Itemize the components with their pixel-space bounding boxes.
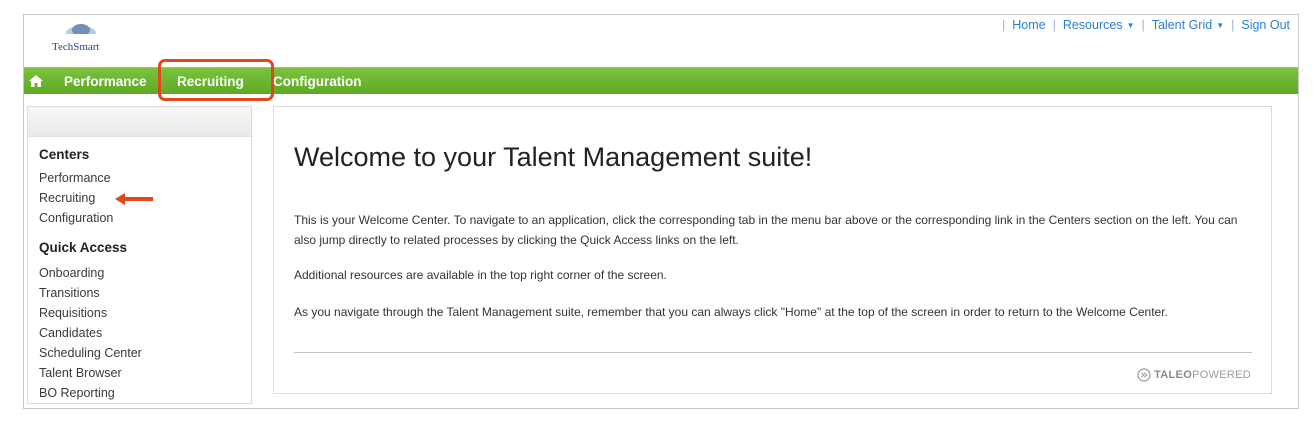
welcome-paragraph-3: As you navigate through the Talent Manag… (294, 305, 1168, 319)
annotation-arrow-icon (115, 193, 153, 205)
sidebar-link-candidates[interactable]: Candidates (39, 326, 102, 340)
centers-heading: Centers (39, 147, 90, 162)
caret-down-icon[interactable]: ▼ (1216, 21, 1224, 30)
techsmart-logo[interactable]: TechSmart (46, 21, 116, 57)
welcome-paragraph-1: This is your Welcome Center. To navigate… (294, 213, 1238, 247)
separator: | (1231, 18, 1235, 32)
sidebar-link-transitions[interactable]: Transitions (39, 286, 100, 300)
resources-link[interactable]: Resources (1063, 18, 1123, 32)
talent-grid-link[interactable]: Talent Grid (1152, 18, 1212, 32)
welcome-panel: Welcome to your Talent Management suite!… (273, 106, 1272, 394)
sidebar-link-performance[interactable]: Performance (39, 171, 111, 185)
nav-tab-performance[interactable]: Performance (64, 74, 147, 89)
powered-text: POWERED (1192, 369, 1251, 381)
nav-tab-configuration[interactable]: Configuration (273, 74, 361, 89)
home-icon[interactable] (28, 73, 44, 89)
taleo-brand-text: TALEO (1154, 369, 1193, 381)
home-link[interactable]: Home (1012, 18, 1045, 32)
sign-out-link[interactable]: Sign Out (1241, 18, 1290, 32)
taleo-powered-logo: TALEOPOWERED (1137, 368, 1251, 382)
taleo-logo-icon (1137, 368, 1151, 382)
sidebar-link-requisitions[interactable]: Requisitions (39, 306, 107, 320)
sidebar-link-bo-reporting[interactable]: BO Reporting (39, 386, 115, 400)
separator: | (1141, 18, 1145, 32)
welcome-paragraph-2: Additional resources are available in th… (294, 268, 667, 282)
sidebar-link-scheduling-center[interactable]: Scheduling Center (39, 346, 142, 360)
sidebar-header (28, 107, 251, 137)
sidebar-link-configuration[interactable]: Configuration (39, 211, 113, 225)
annotation-highlight-box (158, 59, 274, 101)
separator: | (1001, 18, 1006, 32)
sidebar: Centers Performance Recruiting Configura… (27, 106, 252, 404)
page-title: Welcome to your Talent Management suite! (294, 142, 813, 172)
divider (294, 352, 1252, 353)
sidebar-link-talent-browser[interactable]: Talent Browser (39, 366, 122, 380)
sidebar-link-onboarding[interactable]: Onboarding (39, 266, 104, 280)
app-window: TechSmart | Home | Resources ▼ | Talent … (23, 14, 1299, 409)
caret-down-icon[interactable]: ▼ (1127, 21, 1135, 30)
sidebar-link-recruiting[interactable]: Recruiting (39, 191, 95, 205)
logo-text: TechSmart (52, 41, 100, 53)
top-links: | Home | Resources ▼ | Talent Grid ▼ | S… (995, 18, 1290, 32)
logo-globe-icon (64, 24, 98, 41)
quick-access-heading: Quick Access (39, 240, 128, 255)
separator: | (1052, 18, 1056, 32)
